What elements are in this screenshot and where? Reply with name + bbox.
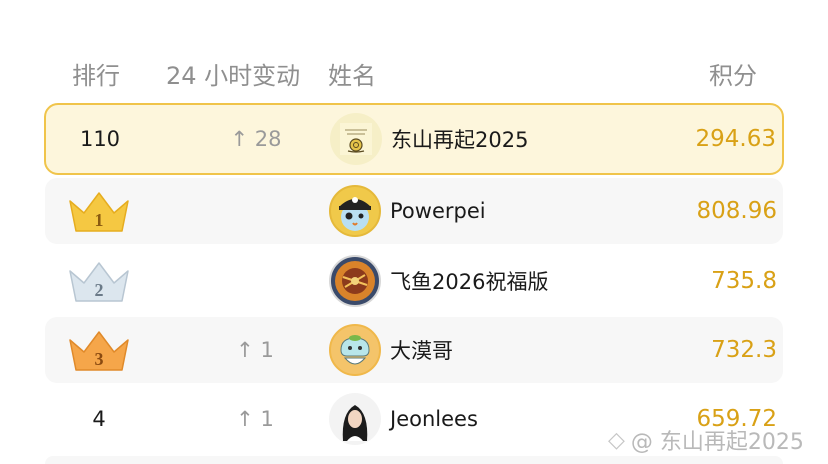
player-name: 大漠哥	[390, 339, 453, 363]
my-rank-row[interactable]: 110 ↑ 28 东山再起2025 294.63	[44, 103, 784, 175]
header-name: 姓名	[328, 62, 376, 90]
rank-number: 3	[95, 349, 104, 369]
bronze-crown-icon: 3	[69, 331, 129, 371]
player-score: 808.96	[696, 198, 777, 224]
header-change: 24 小时变动	[166, 62, 301, 90]
my-rank: 110	[79, 127, 121, 151]
player-score: 732.3	[711, 337, 777, 363]
header-score: 积分	[709, 62, 757, 90]
rank-cell: 1	[45, 178, 153, 244]
rank-change: ↑ 1	[236, 338, 274, 362]
table-row[interactable]: 2 飞鱼2026祝福版 735.8	[45, 248, 783, 314]
avatar[interactable]	[329, 393, 381, 445]
my-rank-change: ↑ 28	[230, 127, 282, 151]
table-row[interactable]: 1 Powerpei 808.96	[45, 178, 783, 244]
rank-change	[195, 248, 315, 314]
rank-number: 4	[92, 407, 106, 431]
avatar[interactable]	[329, 324, 381, 376]
rank-cell: 2	[45, 248, 153, 314]
diamond-logo-icon: ◇	[608, 427, 625, 453]
watermark-text: @ 东山再起2025	[630, 430, 804, 455]
silver-crown-icon: 2	[69, 262, 129, 302]
rank-change: ↑ 1	[236, 407, 274, 431]
player-name: 飞鱼2026祝福版	[390, 270, 549, 294]
avatar[interactable]	[330, 113, 382, 165]
rank-number: 1	[95, 210, 104, 230]
rank-cell: 3	[45, 317, 153, 383]
avatar[interactable]	[329, 185, 381, 237]
player-score: 735.8	[711, 268, 777, 294]
table-row-next[interactable]	[45, 456, 783, 464]
avatar[interactable]	[329, 255, 381, 307]
rank-change	[195, 178, 315, 244]
leaderboard-header: 排行 24 小时变动 姓名 积分	[0, 56, 828, 90]
player-name: Powerpei	[390, 199, 486, 223]
rank-number: 2	[95, 280, 104, 300]
player-name: Jeonlees	[390, 407, 478, 431]
table-row[interactable]: 3 ↑ 1 大漠哥 732.3	[45, 317, 783, 383]
my-name: 东山再起2025	[391, 128, 529, 152]
my-score: 294.63	[695, 126, 776, 152]
watermark: ◇ @ 东山再起2025	[608, 424, 804, 456]
gold-crown-icon: 1	[69, 192, 129, 232]
header-rank: 排行	[72, 62, 120, 90]
